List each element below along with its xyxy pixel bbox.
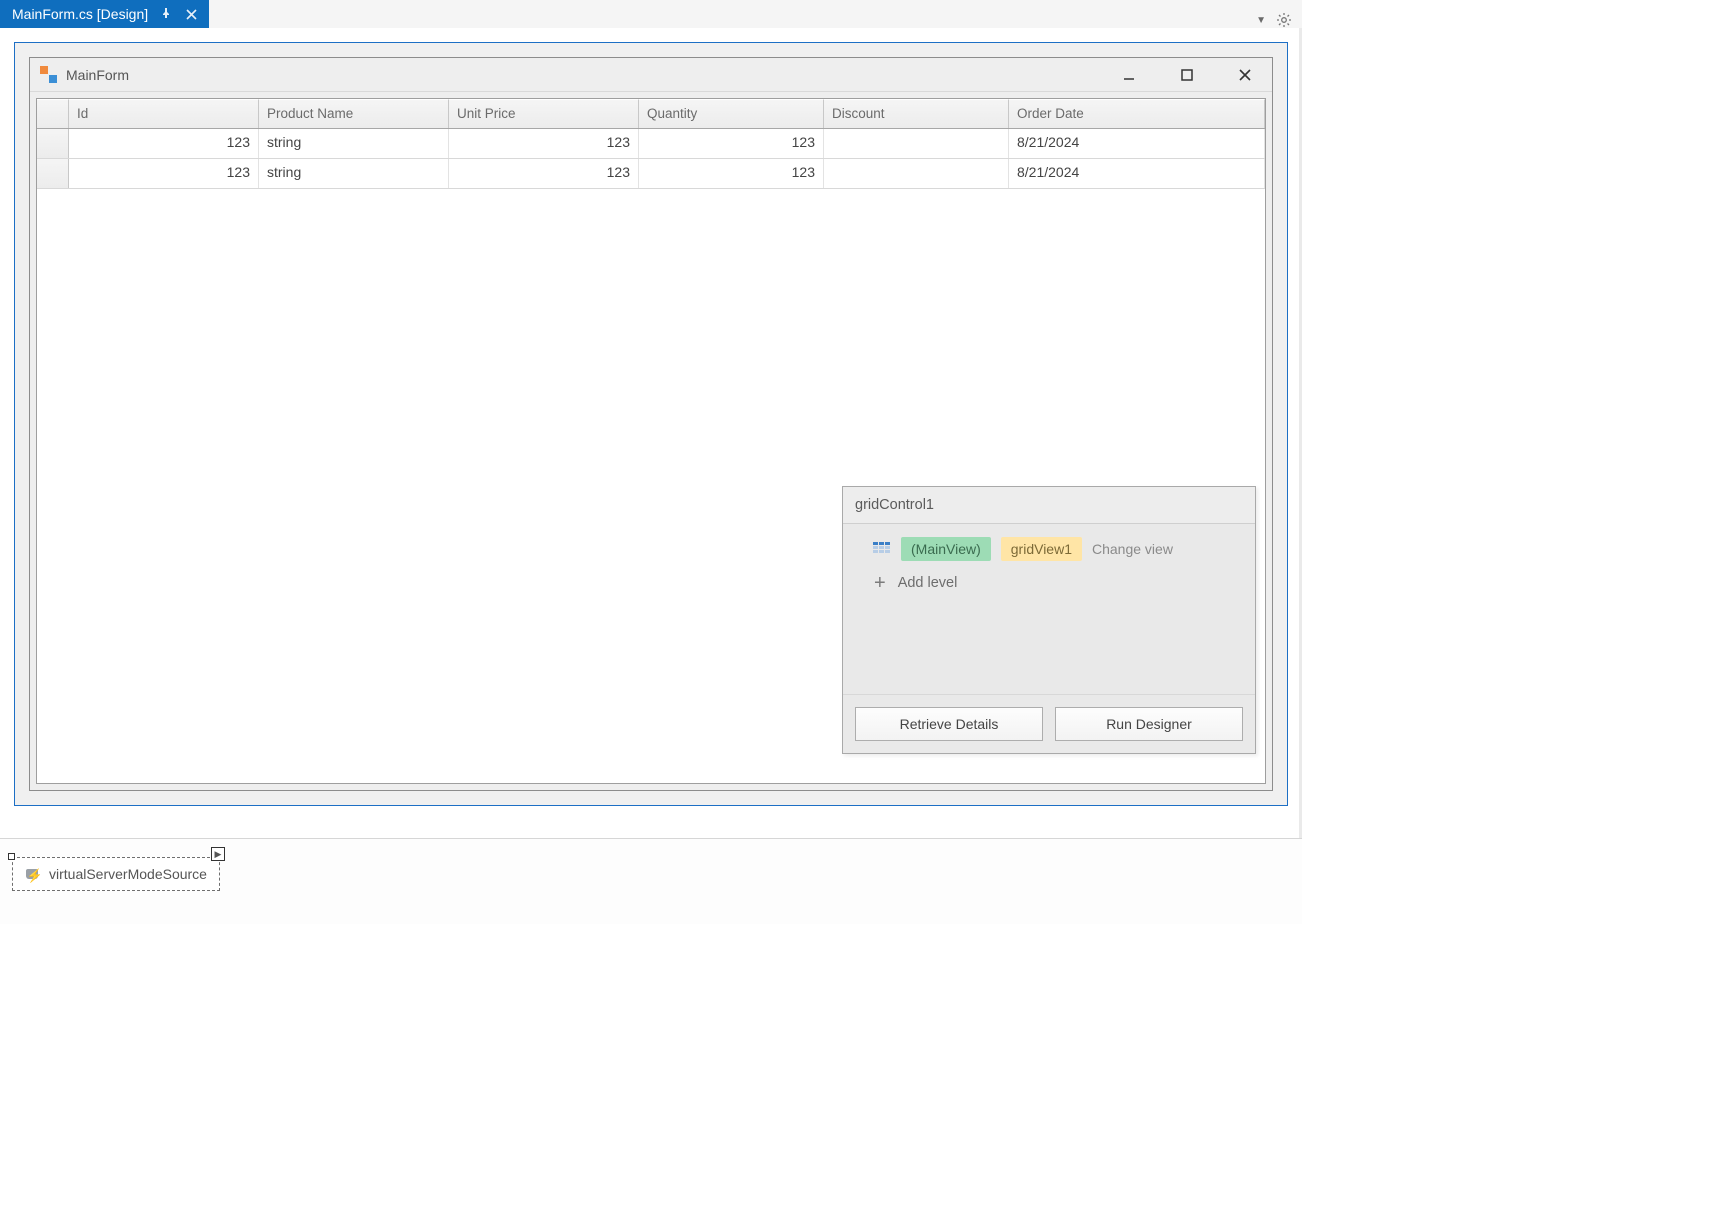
component-tray: ▶ ⚡ virtualServerModeSource xyxy=(0,838,1302,924)
retrieve-details-button[interactable]: Retrieve Details xyxy=(855,707,1043,741)
form-window[interactable]: MainForm Id Product Name xyxy=(29,57,1273,791)
plus-icon: + xyxy=(874,572,886,595)
smart-tag-title: gridControl1 xyxy=(843,487,1255,524)
grid-header-row: Id Product Name Unit Price Quantity Disc… xyxy=(37,99,1265,129)
smart-tag-glyph-icon[interactable]: ▶ xyxy=(211,847,225,861)
row-indicator-header xyxy=(37,99,69,128)
component-name: virtualServerModeSource xyxy=(49,866,207,882)
document-tab-title: MainForm.cs [Design] xyxy=(12,6,148,22)
selection-handle-icon[interactable] xyxy=(8,853,15,860)
cell-price[interactable]: 123 xyxy=(449,129,639,158)
form-icon xyxy=(40,66,58,84)
form-title: MainForm xyxy=(66,67,129,83)
cell-id[interactable]: 123 xyxy=(69,129,259,158)
change-view-link[interactable]: Change view xyxy=(1092,541,1173,557)
datasource-icon: ⚡ xyxy=(25,866,41,882)
row-indicator xyxy=(37,129,69,158)
smart-tag-panel[interactable]: gridControl1 (MainView) gridView1 Change… xyxy=(842,486,1256,754)
column-header-date[interactable]: Order Date xyxy=(1009,99,1265,128)
grid-control[interactable]: Id Product Name Unit Price Quantity Disc… xyxy=(36,98,1266,784)
cell-id[interactable]: 123 xyxy=(69,159,259,188)
close-tab-icon[interactable] xyxy=(184,9,199,20)
column-header-price[interactable]: Unit Price xyxy=(449,99,639,128)
cell-date[interactable]: 8/21/2024 xyxy=(1009,159,1265,188)
grid-view-icon xyxy=(873,542,891,556)
tab-overflow-icon[interactable]: ▼ xyxy=(1256,15,1266,26)
cell-price[interactable]: 123 xyxy=(449,159,639,188)
column-header-discount[interactable]: Discount xyxy=(824,99,1009,128)
maximize-icon[interactable] xyxy=(1172,63,1202,87)
close-window-icon[interactable] xyxy=(1230,63,1260,87)
cell-discount[interactable] xyxy=(824,129,1009,158)
main-view-pill[interactable]: (MainView) xyxy=(901,537,991,561)
column-header-product[interactable]: Product Name xyxy=(259,99,449,128)
pin-icon[interactable] xyxy=(158,7,174,22)
run-designer-button[interactable]: Run Designer xyxy=(1055,707,1243,741)
cell-quantity[interactable]: 123 xyxy=(639,159,824,188)
document-tab-active[interactable]: MainForm.cs [Design] xyxy=(0,0,209,28)
cell-discount[interactable] xyxy=(824,159,1009,188)
collapsed-tool-window-strip[interactable] xyxy=(1299,28,1302,838)
row-indicator xyxy=(37,159,69,188)
designer-selection-frame[interactable]: MainForm Id Product Name xyxy=(14,42,1288,806)
document-tab-strip: MainForm.cs [Design] ▼ xyxy=(0,0,1302,28)
form-client-area: Id Product Name Unit Price Quantity Disc… xyxy=(30,92,1272,790)
grid-row[interactable]: 123 string 123 123 8/21/2024 xyxy=(37,159,1265,189)
form-titlebar: MainForm xyxy=(30,58,1272,92)
settings-gear-icon[interactable] xyxy=(1276,12,1292,28)
column-header-id[interactable]: Id xyxy=(69,99,259,128)
grid-view-pill[interactable]: gridView1 xyxy=(1001,537,1082,561)
cell-quantity[interactable]: 123 xyxy=(639,129,824,158)
minimize-icon[interactable] xyxy=(1114,63,1144,87)
component-tray-item[interactable]: ▶ ⚡ virtualServerModeSource xyxy=(12,857,220,891)
cell-product[interactable]: string xyxy=(259,159,449,188)
grid-row[interactable]: 123 string 123 123 8/21/2024 xyxy=(37,129,1265,159)
cell-date[interactable]: 8/21/2024 xyxy=(1009,129,1265,158)
add-level-link[interactable]: Add level xyxy=(898,575,958,591)
cell-product[interactable]: string xyxy=(259,129,449,158)
column-header-quantity[interactable]: Quantity xyxy=(639,99,824,128)
